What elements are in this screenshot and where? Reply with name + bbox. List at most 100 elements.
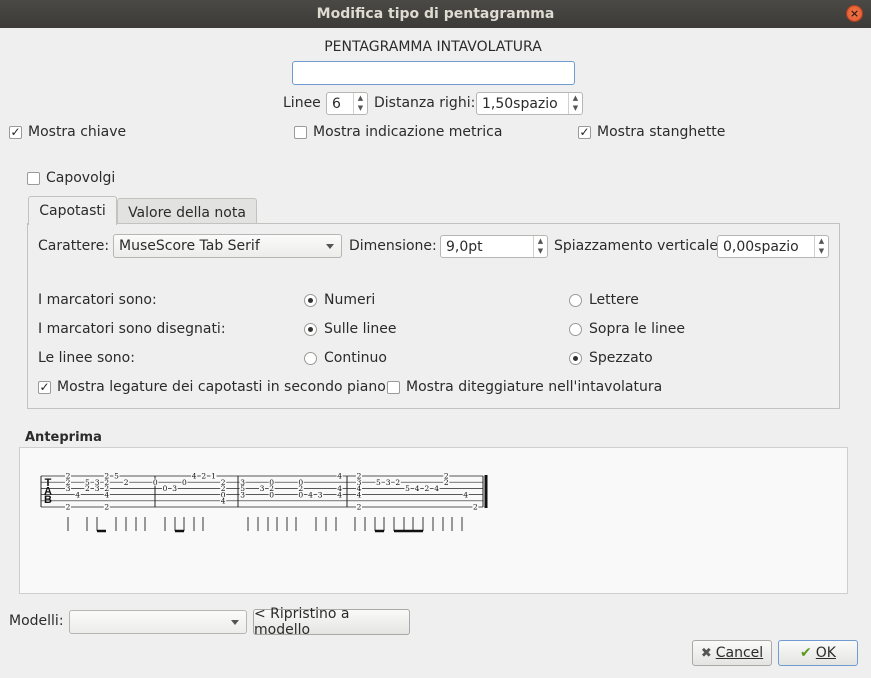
fret-number: 4 [357,490,362,499]
staff-type-label: PENTAGRAMMA INTAVOLATURA [324,39,542,55]
window-title: Modifica tipo di pentagramma [316,6,555,22]
fret-number: 4 [434,484,439,493]
font-combo[interactable]: MuseScore Tab Serif [113,234,342,258]
fret-number: 5 [114,472,119,481]
fret-number: 3 [386,478,391,487]
radio-on-lines-label: Sulle linee [324,321,397,337]
fret-number: 0 [182,478,187,487]
show-clef-checkbox[interactable]: ✓ [9,126,22,139]
radio-broken-label: Spezzato [589,350,653,366]
size-label: Dimensione: [349,238,437,254]
line-distance-value: 1,50spazio [482,95,558,112]
tab-frets[interactable]: Capotasti [28,196,117,225]
size-spinbox[interactable]: 9,0pt ▲ ▼ [440,235,548,258]
upside-down-label: Capovolgi [46,170,116,186]
line-distance-label: Distanza righi: [374,95,476,111]
fret-number: 4 [415,484,420,493]
fret-number: 4 [75,490,80,499]
fret-number: 0 [298,490,303,499]
reset-to-template-button[interactable]: < Ripristino a modello [253,606,410,638]
offset-label: Spiazzamento verticale [554,238,718,254]
close-icon[interactable]: × [846,5,863,22]
font-label: Carattere: [38,238,110,254]
ok-label: OK [815,645,836,661]
cancel-label: Cancel [715,645,764,661]
fret-number: 2 [425,484,430,493]
fret-number: 2 [85,484,90,493]
show-fingering-label: Mostra diteggiature nell'intavolatura [406,379,663,395]
cancel-button[interactable]: ✖ Cancel [692,640,772,666]
radio-numbers-label: Numeri [324,292,376,308]
fret-number: 0 [269,490,274,499]
size-value: 9,0pt [446,238,483,255]
templates-combo[interactable] [69,610,247,634]
radio-broken[interactable] [569,352,582,365]
radio-continuous-label: Continuo [324,350,387,366]
fret-number: 2 [66,503,71,512]
show-back-ties-checkbox[interactable]: ✓ [38,381,51,394]
markers-drawn-label: I marcatori sono disegnati: [38,321,226,337]
font-value: MuseScore Tab Serif [119,238,260,254]
spin-arrows-icon[interactable]: ▲ ▼ [533,236,547,257]
show-back-ties-label: Mostra legature dei capotasti in secondo… [57,379,386,395]
radio-above-lines-label: Sopra le linee [589,321,685,337]
fret-number: 0 [163,484,168,493]
fret-number: 4 [308,490,313,499]
fret-number: 4 [337,472,342,481]
fret-number: 4 [104,490,109,499]
fret-number: 2 [395,478,400,487]
close-glyph: × [849,7,860,20]
radio-letters-label: Lettere [589,292,639,308]
tab-frets-label: Capotasti [39,203,106,219]
fret-number: 2 [473,503,478,512]
fret-number: 3 [66,484,71,493]
reset-label: < Ripristino a modello [254,606,350,638]
fret-number: 4 [463,490,468,499]
tab-preview-staff: TAB223245 3 22 352224200 304 2 122043533020020… [40,472,488,533]
spin-arrows-icon[interactable]: ▲ ▼ [814,236,828,257]
spin-arrows-icon[interactable]: ▲ ▼ [568,93,582,114]
tab-note-value[interactable]: Valore della nota [117,198,257,226]
radio-above-lines[interactable] [569,323,582,336]
templates-label: Modelli: [9,613,64,629]
ok-check-icon: ✔ [800,645,812,661]
show-fingering-checkbox[interactable] [387,381,400,394]
spin-arrows-icon[interactable]: ▲ ▼ [353,93,367,114]
line-distance-spinbox[interactable]: 1,50spazio ▲ ▼ [476,92,583,115]
fret-number: 5 [376,478,381,487]
markers-are-label: I marcatori sono: [38,292,157,308]
show-barlines-checkbox[interactable]: ✓ [578,126,591,139]
show-time-sig-label: Mostra indicazione metrica [313,124,503,140]
offset-spinbox[interactable]: 0,00spazio ▲ ▼ [717,235,829,258]
tab-clef-letter: B [44,494,52,506]
fret-number: 3 [95,484,100,493]
check-icon: ✓ [10,125,21,139]
fret-number: 4 [337,490,342,499]
fret-number: 2 [444,478,449,487]
tab-note-value-label: Valore della nota [128,204,246,221]
fret-number: 4 [192,472,197,481]
preview-title: Anteprima [25,430,102,445]
fret-number: 2 [104,472,109,481]
radio-numbers[interactable] [304,294,317,307]
preview-panel: TAB2232453223522242003042122043533020020… [19,447,848,594]
radio-letters[interactable] [569,294,582,307]
upside-down-checkbox[interactable] [27,172,40,185]
check-icon: ✓ [579,125,590,139]
fret-number: 2 [357,503,362,512]
fret-number: 3 [240,490,245,499]
fret-number: 2 [124,478,129,487]
show-time-sig-checkbox[interactable] [294,126,307,139]
check-icon: ✓ [39,380,50,394]
fret-number: 0 [153,478,158,487]
radio-on-lines[interactable] [304,323,317,336]
show-barlines-label: Mostra stanghette [597,124,726,140]
staff-name-input[interactable] [292,61,575,85]
lines-spinbox[interactable]: 6 ▲ ▼ [326,92,368,115]
chevron-down-icon [231,620,239,625]
fret-number: 5 [405,484,410,493]
ok-button[interactable]: ✔ OK [778,640,858,666]
radio-continuous[interactable] [304,352,317,365]
fret-number: 1 [211,472,216,481]
lines-are-label: Le linee sono: [38,350,135,366]
